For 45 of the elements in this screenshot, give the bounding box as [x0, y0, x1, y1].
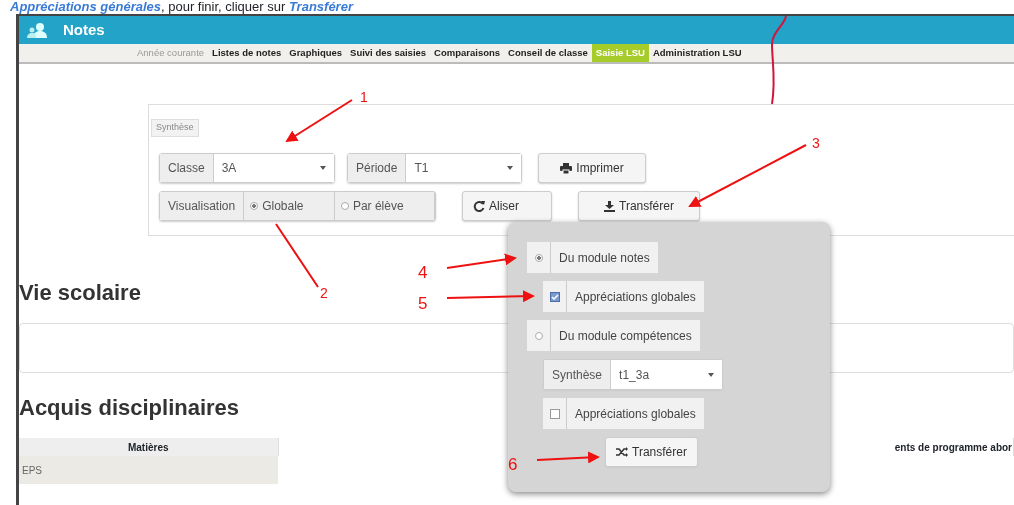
caret-icon	[507, 166, 513, 170]
nav-tab[interactable]: Conseil de classe	[504, 44, 592, 62]
period-select[interactable]: Période T1	[347, 153, 522, 183]
annotation-number: 2	[320, 285, 328, 301]
transfer-button[interactable]: Transférer	[578, 191, 700, 221]
annotation-number: 1	[360, 89, 368, 105]
download-icon	[604, 200, 616, 212]
intro-text: Appréciations générales, pour finir, cliquer sur Transférer	[9, 0, 355, 14]
annotation-arrow	[285, 99, 353, 143]
nav-tab[interactable]: Suivi des saisies	[346, 44, 431, 62]
refresh-button[interactable]: Aliser	[462, 191, 552, 221]
section-heading: Vie scolaire	[19, 280, 141, 307]
annotation-arrow	[536, 451, 600, 464]
app-title: Notes	[63, 19, 105, 40]
refresh-icon	[473, 200, 485, 212]
check-icon	[550, 293, 559, 300]
radio-option[interactable]: Globale	[244, 192, 335, 220]
annotation-number: 4	[418, 263, 428, 282]
nav-tab[interactable]: Graphiques	[285, 44, 347, 62]
radio-option[interactable]: Du module notes	[527, 242, 658, 273]
nav-tab[interactable]: Administration LSU	[648, 44, 746, 62]
section-heading: Acquis disciplinaires	[19, 395, 240, 422]
synthesis-select[interactable]: Synthèse t1_3a	[543, 359, 723, 390]
transfer-button[interactable]: Transférer	[605, 437, 698, 467]
nav-tab[interactable]: Comparaisons	[430, 44, 505, 62]
checkbox-option[interactable]: Appréciations globales	[543, 398, 704, 429]
class-select[interactable]: Classe 3A	[159, 153, 335, 183]
radio-option[interactable]: Du module compétences	[527, 320, 700, 351]
caret-icon	[708, 372, 714, 377]
print-button[interactable]: Imprimer	[538, 153, 646, 183]
caret-icon	[320, 166, 326, 170]
annotation-arrow	[446, 253, 517, 269]
users-icon	[27, 22, 47, 38]
radio-option[interactable]: Par élève	[334, 192, 435, 220]
annotation-number: 3	[812, 135, 820, 151]
table-cell: EPS	[19, 456, 278, 484]
annotation-number: 6	[508, 455, 518, 474]
panel-legend: Synthèse	[151, 119, 199, 137]
shuffle-icon	[616, 447, 628, 457]
visualisation-label: Visualisation	[160, 192, 245, 220]
nav-tab[interactable]: Listes de notes	[208, 44, 286, 62]
annotation-number: 5	[418, 294, 428, 313]
printer-icon	[560, 162, 573, 174]
checkbox-option[interactable]: Appréciations globales	[543, 281, 704, 312]
column-header: Matières	[19, 438, 278, 456]
